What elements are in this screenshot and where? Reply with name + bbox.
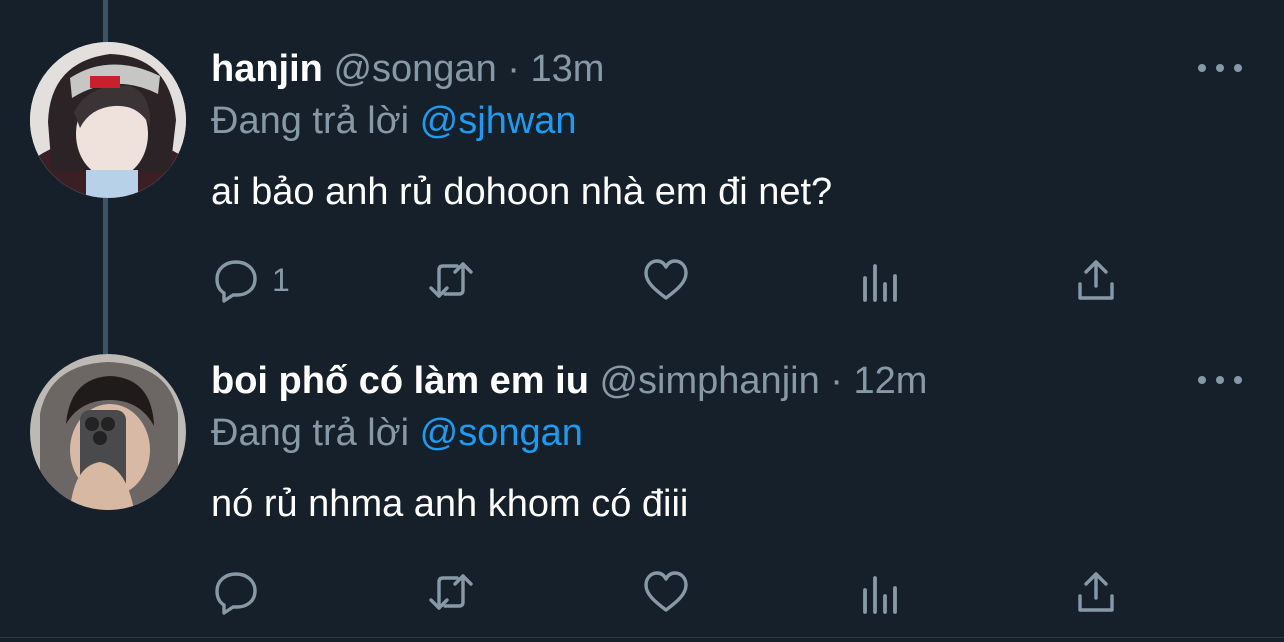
share-button[interactable] [1072, 252, 1120, 308]
reply-count: 1 [272, 261, 290, 298]
avatar[interactable] [30, 354, 186, 510]
retweet-icon [429, 262, 473, 298]
reply-button[interactable]: 1 [212, 252, 290, 308]
tweet-actions: 1 [212, 252, 1122, 308]
retweet-button[interactable] [427, 564, 475, 620]
separator-dot: · [507, 48, 520, 90]
more-options-button[interactable] [1198, 367, 1242, 393]
replying-to-label: Đang trả lời [211, 100, 410, 142]
more-icon [1198, 376, 1206, 384]
tweet[interactable]: hanjin @songan · 13m Đang trả lời @sjhwa… [0, 0, 1284, 312]
share-button[interactable] [1072, 564, 1120, 620]
retweet-icon [429, 574, 473, 610]
tweet-header: hanjin @songan · 13m [211, 45, 604, 93]
timestamp[interactable]: 13m [530, 48, 604, 90]
avatar-image [30, 42, 186, 198]
avatar[interactable] [30, 42, 186, 198]
user-handle[interactable]: @simphanjin [599, 360, 819, 402]
tweet-text: nó rủ nhma anh khom có điii [211, 483, 689, 525]
avatar-image [30, 354, 186, 510]
divider [0, 637, 1284, 638]
replying-to-label: Đang trả lời [211, 412, 410, 454]
like-button[interactable] [642, 564, 690, 620]
like-icon [644, 259, 688, 300]
display-name[interactable]: hanjin [211, 48, 323, 90]
views-button[interactable] [857, 564, 905, 620]
share-icon [1078, 572, 1114, 612]
like-button[interactable] [642, 252, 690, 308]
reply-icon [215, 572, 257, 615]
user-handle[interactable]: @songan [333, 48, 496, 90]
display-name[interactable]: boi phố có làm em iu [211, 360, 589, 402]
views-icon [863, 576, 897, 614]
more-options-button[interactable] [1198, 55, 1242, 81]
retweet-button[interactable] [427, 252, 475, 308]
tweet-text: ai bảo anh rủ dohoon nhà em đi net? [211, 171, 833, 213]
replying-to-handle[interactable]: @sjhwan [420, 100, 577, 142]
more-icon [1198, 64, 1206, 72]
views-button[interactable] [857, 252, 905, 308]
timestamp[interactable]: 12m [854, 360, 928, 402]
tweet-header: boi phố có làm em iu @simphanjin · 12m [211, 357, 927, 405]
reply-button[interactable] [212, 564, 272, 620]
replying-to: Đang trả lời @sjhwan [211, 97, 577, 145]
reply-icon [215, 260, 257, 303]
replying-to: Đang trả lời @songan [211, 409, 583, 457]
views-icon [863, 264, 897, 302]
tweet-actions [212, 564, 1122, 620]
separator-dot: · [830, 360, 843, 402]
share-icon [1078, 260, 1114, 300]
like-icon [644, 571, 688, 612]
tweet[interactable]: boi phố có làm em iu @simphanjin · 12m Đ… [0, 312, 1284, 642]
replying-to-handle[interactable]: @songan [420, 412, 583, 454]
